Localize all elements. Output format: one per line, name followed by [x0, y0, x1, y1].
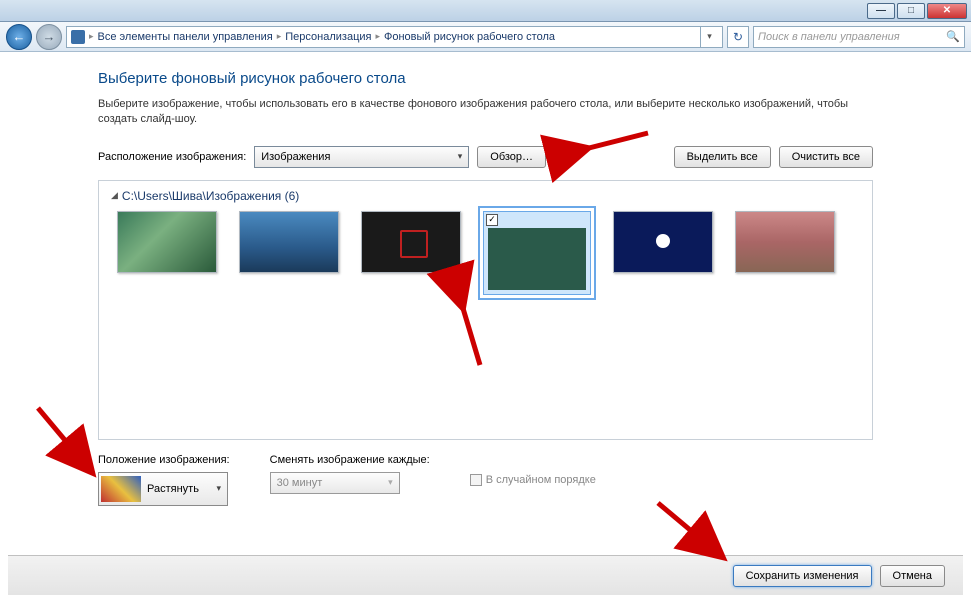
shuffle-row: В случайном порядке — [470, 474, 596, 486]
breadcrumb-root[interactable]: Все элементы панели управления — [98, 31, 273, 43]
cancel-button[interactable]: Отмена — [880, 565, 945, 587]
wallpaper-thumb[interactable] — [117, 211, 217, 273]
wallpaper-thumb[interactable] — [239, 211, 339, 273]
maximize-button[interactable]: □ — [897, 3, 925, 19]
chevron-right-icon: ▸ — [375, 31, 380, 42]
control-panel-icon — [71, 30, 85, 44]
interval-label: Сменять изображение каждые: — [270, 454, 430, 466]
wallpaper-thumb[interactable] — [361, 211, 461, 273]
content-area: Выберите фоновый рисунок рабочего стола … — [8, 52, 963, 595]
page-title: Выберите фоновый рисунок рабочего стола — [98, 70, 873, 87]
search-icon: 🔍 — [946, 30, 960, 43]
search-input[interactable]: Поиск в панели управления 🔍 — [753, 26, 965, 48]
interval-combo[interactable]: 30 минут — [270, 472, 400, 494]
close-button[interactable]: ✕ — [927, 3, 967, 19]
interval-column: Сменять изображение каждые: 30 минут — [270, 454, 430, 494]
window-titlebar: — □ ✕ — [0, 0, 971, 22]
shuffle-checkbox[interactable] — [470, 474, 482, 486]
location-row: Расположение изображения: Изображения Об… — [98, 146, 873, 168]
thumbnail-row: ✓ — [111, 211, 860, 295]
image-gallery: ◢ C:\Users\Шива\Изображения (6) ✓ — [98, 180, 873, 440]
forward-button[interactable]: → — [36, 24, 62, 50]
breadcrumb-mid[interactable]: Персонализация — [285, 31, 371, 43]
location-combo[interactable]: Изображения — [254, 146, 469, 168]
collapse-triangle-icon: ◢ — [111, 190, 118, 201]
position-label: Положение изображения: — [98, 454, 230, 466]
page-description: Выберите изображение, чтобы использовать… — [98, 97, 873, 128]
bottom-options: Положение изображения: Растянуть Сменять… — [98, 454, 873, 506]
wallpaper-thumb[interactable] — [613, 211, 713, 273]
select-all-button[interactable]: Выделить все — [674, 146, 771, 168]
dialog-footer: Сохранить изменения Отмена — [8, 555, 963, 595]
position-swatch-icon — [101, 476, 141, 502]
browse-button[interactable]: Обзор… — [477, 146, 546, 168]
breadcrumb-leaf[interactable]: Фоновый рисунок рабочего стола — [384, 31, 555, 43]
location-label: Расположение изображения: — [98, 151, 246, 163]
position-combo[interactable]: Растянуть — [98, 472, 228, 506]
group-header[interactable]: ◢ C:\Users\Шива\Изображения (6) — [111, 189, 860, 203]
wallpaper-thumb[interactable] — [735, 211, 835, 273]
search-placeholder: Поиск в панели управления — [758, 31, 900, 43]
save-button[interactable]: Сохранить изменения — [733, 565, 872, 587]
breadcrumb-dropdown[interactable]: ▾ — [700, 26, 718, 48]
refresh-button[interactable]: ↻ — [727, 26, 749, 48]
wallpaper-thumb-selected[interactable]: ✓ — [483, 211, 591, 295]
navigation-row: ← → ▸ Все элементы панели управления ▸ П… — [0, 22, 971, 52]
chevron-right-icon: ▸ — [277, 31, 282, 42]
breadcrumb-bar[interactable]: ▸ Все элементы панели управления ▸ Персо… — [66, 26, 723, 48]
chevron-right-icon: ▸ — [89, 31, 94, 42]
back-button[interactable]: ← — [6, 24, 32, 50]
minimize-button[interactable]: — — [867, 3, 895, 19]
clear-all-button[interactable]: Очистить все — [779, 146, 873, 168]
shuffle-label: В случайном порядке — [486, 474, 596, 486]
position-column: Положение изображения: Растянуть — [98, 454, 230, 506]
thumb-checkbox[interactable]: ✓ — [486, 214, 498, 226]
